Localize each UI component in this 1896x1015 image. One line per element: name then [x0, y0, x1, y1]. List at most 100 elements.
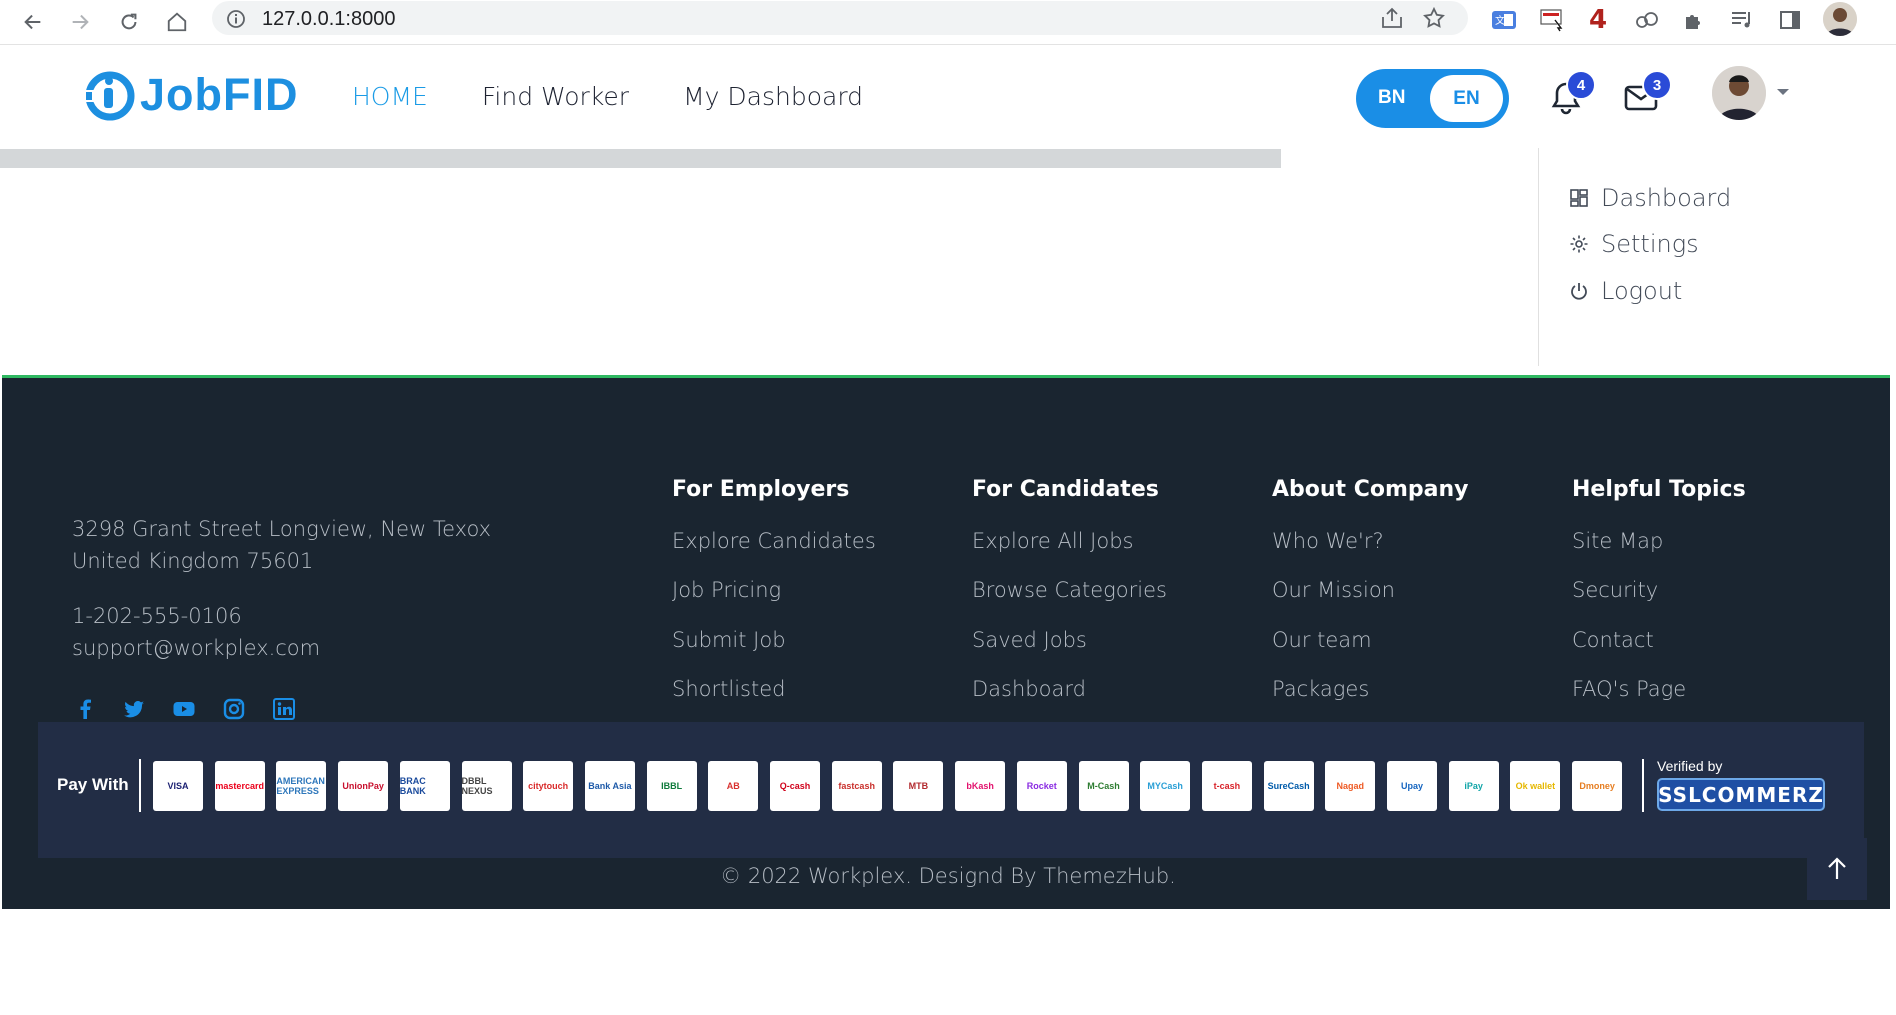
- dashboard-icon: [1570, 189, 1588, 207]
- payment-logo: iPay: [1448, 761, 1499, 811]
- payment-logo: mastercard: [214, 761, 265, 811]
- dropdown-dashboard[interactable]: Dashboard: [1569, 184, 1731, 212]
- address-bar[interactable]: 127.0.0.1:8000: [212, 1, 1468, 35]
- jobfid-logo[interactable]: JobFID: [80, 62, 299, 128]
- bookmark-star-icon[interactable]: [1422, 6, 1446, 35]
- footer-link[interactable]: Shortlisted: [672, 677, 785, 701]
- payment-methods-band: Pay With VISA mastercard AMERICAN EXPRESS U…: [38, 722, 1864, 858]
- page-extension-icon[interactable]: [1537, 5, 1567, 35]
- user-avatar[interactable]: [1712, 66, 1766, 120]
- verified-by-label: Verified by: [1657, 758, 1723, 774]
- payment-logo: AB: [708, 761, 759, 811]
- back-arrow-icon[interactable]: [16, 5, 50, 39]
- header-divider: [0, 149, 1281, 168]
- footer-link[interactable]: Contact: [1572, 628, 1654, 652]
- power-icon: [1571, 283, 1587, 300]
- footer-link[interactable]: Explore Candidates: [672, 529, 876, 553]
- footer-link[interactable]: FAQ's Page: [1572, 677, 1686, 701]
- payment-logo: MTB: [893, 761, 944, 811]
- footer-link[interactable]: Who We'r?: [1272, 529, 1384, 553]
- payment-logo: DBBL NEXUS: [461, 761, 512, 811]
- side-panel-icon[interactable]: [1775, 5, 1805, 35]
- instagram-icon[interactable]: [222, 697, 246, 721]
- footer-link[interactable]: Packages: [1272, 677, 1369, 701]
- payment-logo: BRAC BANK: [399, 761, 450, 811]
- facebook-icon[interactable]: [73, 697, 97, 721]
- copyright-text: © 2022 Workplex. Designd By ThemezHub.: [720, 864, 1176, 888]
- lang-en-option[interactable]: EN: [1430, 75, 1503, 122]
- twitter-icon[interactable]: [122, 697, 146, 721]
- payment-logo: t-cash: [1201, 761, 1252, 811]
- payment-logo: AMERICAN EXPRESS: [276, 761, 327, 811]
- user-dropdown-menu: Dashboard Settings Logout: [1538, 148, 1808, 366]
- col-title-employers: For Employers: [672, 477, 850, 502]
- divider: [1642, 759, 1644, 812]
- dropdown-logout[interactable]: Logout: [1569, 277, 1682, 305]
- reading-list-icon[interactable]: [1727, 5, 1757, 35]
- footer-link[interactable]: Dashboard: [972, 677, 1086, 701]
- footer-link[interactable]: Security: [1572, 578, 1658, 602]
- translate-extension-icon[interactable]: 文: [1489, 5, 1519, 35]
- payment-logo: SureCash: [1263, 761, 1314, 811]
- col-title-about: About Company: [1272, 477, 1469, 502]
- payment-logo: citytouch: [523, 761, 574, 811]
- payment-logo: MYCash: [1140, 761, 1191, 811]
- svg-text:文: 文: [1495, 14, 1505, 27]
- sslcommerz-logo: SSLCOMMERZ: [1657, 778, 1825, 811]
- site-info-icon[interactable]: [226, 9, 246, 34]
- forward-arrow-icon[interactable]: [63, 5, 97, 39]
- footer-link[interactable]: Browse Categories: [972, 578, 1167, 602]
- footer-link[interactable]: Submit Job: [672, 628, 786, 652]
- url-text[interactable]: 127.0.0.1:8000: [262, 8, 395, 31]
- footer-link[interactable]: Explore All Jobs: [972, 529, 1134, 553]
- youtube-icon[interactable]: [172, 697, 196, 721]
- payment-logo: Upay: [1387, 761, 1437, 811]
- gear-icon: [1570, 235, 1588, 253]
- logo-mark-icon: [84, 71, 135, 121]
- payment-logo: Dmoney: [1572, 761, 1623, 811]
- payment-logo: Ok wallet: [1510, 761, 1561, 811]
- lang-bn-option[interactable]: BN: [1378, 87, 1405, 109]
- address-line-1: 3298 Grant Street Longview, New Texox: [72, 517, 492, 541]
- cloud-extension-icon[interactable]: [1632, 5, 1662, 35]
- payment-logo: IBBL: [646, 761, 697, 811]
- extension-counter[interactable]: 4: [1583, 5, 1613, 35]
- nav-my-dashboard[interactable]: My Dashboard: [683, 82, 863, 111]
- payment-logo: Nagad: [1325, 761, 1376, 811]
- footer-link[interactable]: Site Map: [1572, 529, 1663, 553]
- nav-home[interactable]: HOME: [352, 82, 428, 111]
- language-toggle[interactable]: BN EN: [1356, 69, 1509, 128]
- footer-link[interactable]: Our team: [1272, 628, 1372, 652]
- arrow-up-icon: [1828, 857, 1846, 879]
- puzzle-extensions-icon[interactable]: [1679, 5, 1709, 35]
- messages-button[interactable]: 3: [1622, 70, 1672, 120]
- pay-with-label: Pay With: [57, 775, 129, 794]
- main-navigation: HOME Find Worker My Dashboard: [352, 82, 917, 111]
- col-title-helpful: Helpful Topics: [1572, 477, 1746, 502]
- linkedin-icon[interactable]: [272, 697, 296, 721]
- footer-link[interactable]: Our Mission: [1272, 578, 1395, 602]
- col-title-candidates: For Candidates: [972, 477, 1159, 502]
- notifications-button[interactable]: 4: [1546, 70, 1596, 120]
- dropdown-settings-label: Settings: [1601, 230, 1699, 258]
- messages-badge: 3: [1642, 70, 1672, 100]
- footer-link[interactable]: Job Pricing: [672, 578, 781, 602]
- dropdown-settings[interactable]: Settings: [1569, 230, 1699, 258]
- payment-logo: M-Cash: [1078, 761, 1129, 811]
- payment-logo: Bank Asia: [584, 761, 635, 811]
- profile-avatar[interactable]: [1823, 2, 1857, 36]
- home-icon[interactable]: [160, 5, 194, 39]
- payment-logo: bKash: [955, 761, 1006, 811]
- chevron-down-icon[interactable]: [1776, 84, 1790, 102]
- payment-logo: fastcash: [831, 761, 882, 811]
- browser-toolbar: 127.0.0.1:8000 文 4: [0, 0, 1896, 45]
- nav-find-worker[interactable]: Find Worker: [482, 82, 629, 111]
- reload-icon[interactable]: [112, 5, 146, 39]
- payment-logo: UnionPay: [338, 761, 389, 811]
- footer-link[interactable]: Saved Jobs: [972, 628, 1087, 652]
- email-address[interactable]: support@workplex.com: [72, 636, 320, 660]
- scroll-to-top-button[interactable]: [1807, 838, 1867, 900]
- phone-number: 1-202-555-0106: [72, 604, 242, 628]
- share-icon[interactable]: [1380, 7, 1404, 34]
- payment-logo: Rocket: [1016, 761, 1067, 811]
